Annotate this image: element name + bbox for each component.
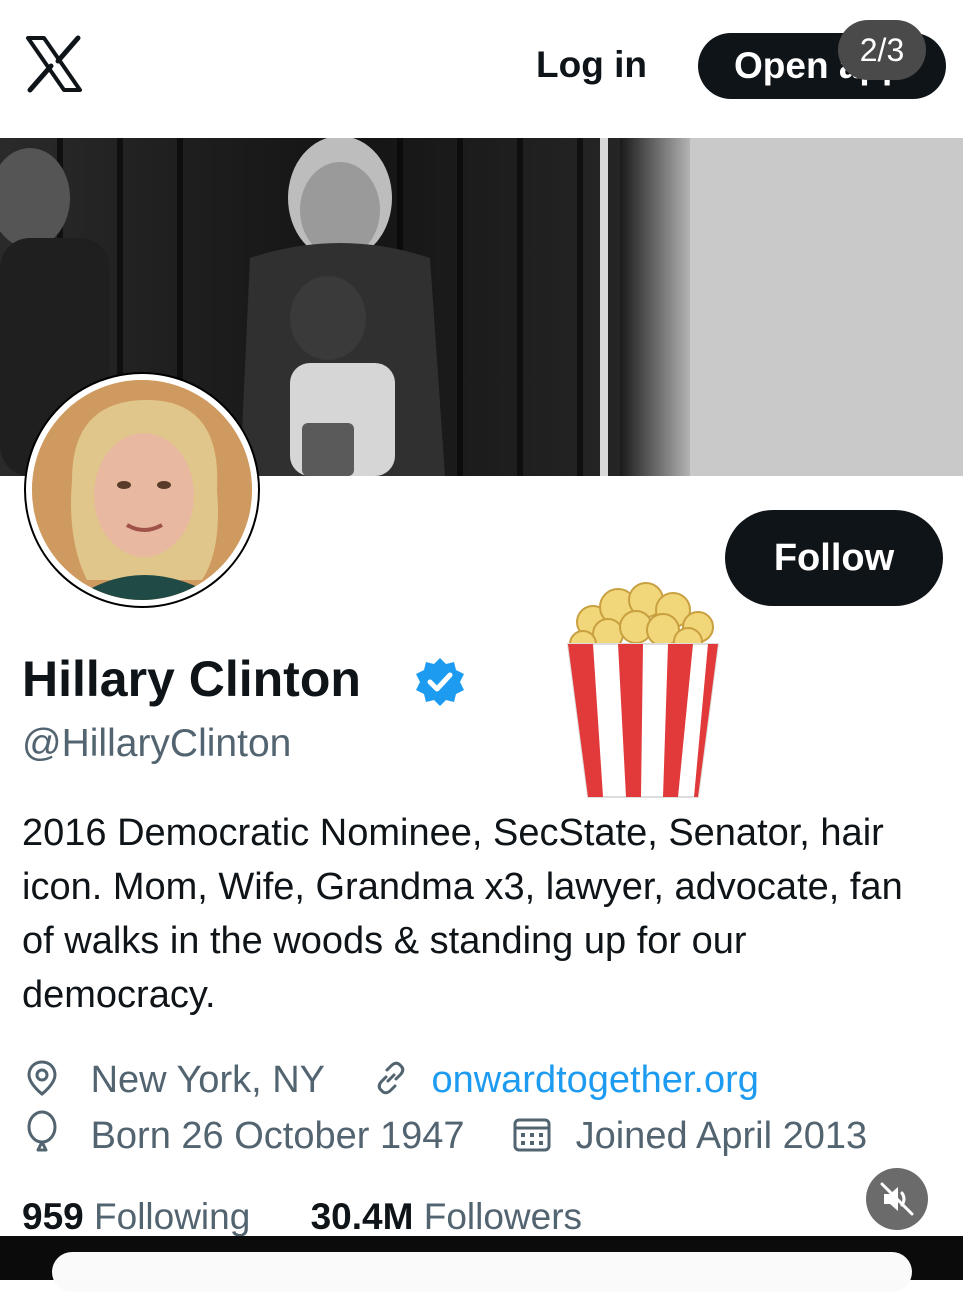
profile-stats: 959 Following 30.4M Followers: [22, 1196, 582, 1238]
following-count: 959: [22, 1196, 84, 1237]
balloon-icon: [27, 1110, 57, 1152]
popcorn-icon: [566, 582, 720, 798]
profile-name: Hillary Clinton: [22, 651, 361, 707]
link-icon: [377, 1061, 405, 1095]
story-pager-badge: 2/3: [838, 20, 926, 80]
profile-handle: @HillaryClinton: [22, 722, 292, 765]
profile-bio: 2016 Democratic Nominee, SecState, Senat…: [22, 812, 903, 1016]
following-stat[interactable]: 959 Following: [22, 1196, 250, 1237]
mute-icon: [880, 1182, 914, 1216]
profile-location: New York, NY: [90, 1059, 325, 1101]
x-logo-icon[interactable]: [24, 34, 84, 94]
profile-meta-row-2: Born 26 October 1947 Joined April 2013: [22, 1110, 867, 1158]
top-bar: Log in Open app 2/3: [0, 0, 963, 138]
location-pin-icon: [27, 1060, 57, 1096]
follow-button[interactable]: Follow: [725, 510, 943, 606]
followers-label: Followers: [423, 1196, 583, 1237]
followers-count: 30.4M: [310, 1196, 414, 1237]
mute-button[interactable]: [866, 1168, 928, 1230]
profile-birthdate: Born 26 October 1947: [90, 1115, 465, 1157]
profile-avatar[interactable]: [26, 374, 258, 606]
following-label: Following: [94, 1196, 251, 1237]
profile-meta-row-1: New York, NY onwardtogether.org: [22, 1058, 759, 1102]
login-link[interactable]: Log in: [536, 44, 647, 86]
bottom-sheet-handle[interactable]: [52, 1252, 912, 1292]
profile-website-link[interactable]: onwardtogether.org: [431, 1059, 758, 1101]
calendar-icon: [513, 1118, 551, 1152]
verified-badge-icon: [416, 658, 464, 706]
profile-joined-date: Joined April 2013: [575, 1115, 868, 1157]
followers-stat[interactable]: 30.4M Followers: [311, 1196, 582, 1237]
